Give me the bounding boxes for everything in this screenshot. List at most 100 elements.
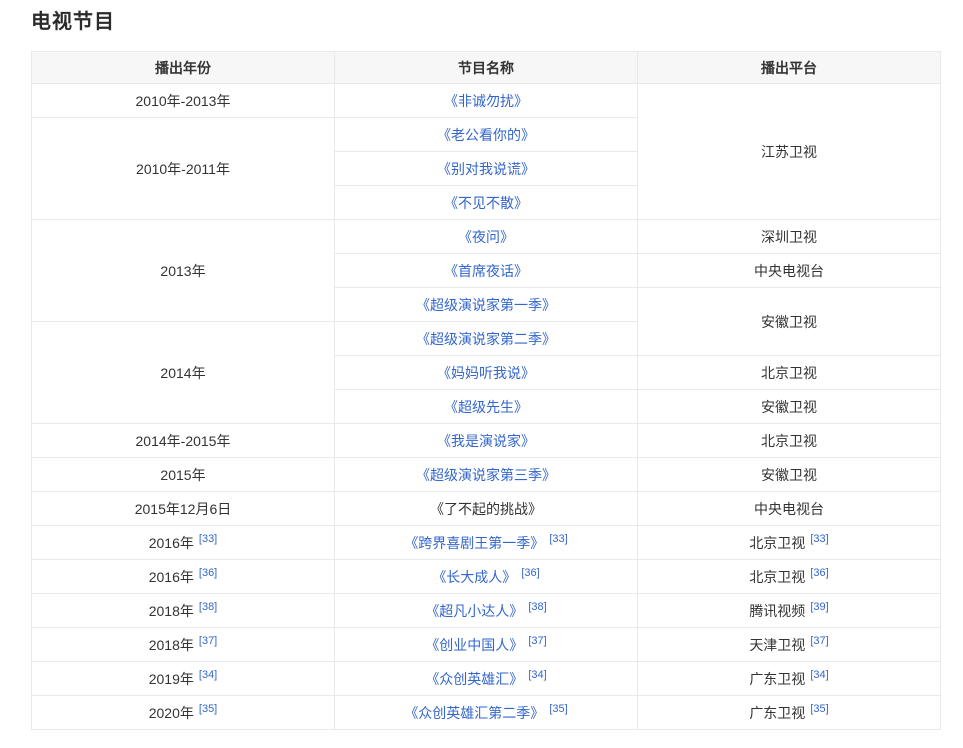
platform-text: 北京卫视 xyxy=(749,569,805,585)
program-link[interactable]: 《长大成人》 xyxy=(432,569,516,585)
program-link[interactable]: 《创业中国人》 xyxy=(425,637,523,653)
reference-link[interactable]: [35] xyxy=(199,703,217,715)
platform-text: 安徽卫视 xyxy=(761,399,817,415)
reference: [36] xyxy=(521,567,539,579)
program-cell: 《超级演说家第二季》 xyxy=(335,322,638,356)
year-text: 2020年 xyxy=(149,705,194,721)
platform-text: 安徽卫视 xyxy=(761,467,817,483)
program-link[interactable]: 《超级先生》 xyxy=(444,399,528,415)
program-link[interactable]: 《超级演说家第二季》 xyxy=(416,331,556,347)
reference-link[interactable]: [39] xyxy=(810,601,828,613)
program-link[interactable]: 《众创英雄汇第二季》 xyxy=(404,705,544,721)
reference-link[interactable]: [37] xyxy=(199,635,217,647)
reference-link[interactable]: [35] xyxy=(549,703,567,715)
reference-link[interactable]: [37] xyxy=(810,635,828,647)
year-cell: 2014年-2015年 xyxy=(32,424,335,458)
program-link[interactable]: 《老公看你的》 xyxy=(437,127,535,143)
platform-cell: 安徽卫视 xyxy=(638,458,941,492)
tv-programs-table: 播出年份节目名称播出平台 2010年-2013年《非诚勿扰》江苏卫视2010年-… xyxy=(31,51,941,730)
program-cell: 《妈妈听我说》 xyxy=(335,356,638,390)
table-row: 2018年[37]《创业中国人》[37]天津卫视[37] xyxy=(32,628,941,662)
platform-cell: 北京卫视 [36] xyxy=(638,560,941,594)
platform-text: 腾讯视频 xyxy=(749,603,805,619)
platform-cell: 广东卫视 [35] xyxy=(638,696,941,730)
program-cell: 《我是演说家》 xyxy=(335,424,638,458)
table-header-row: 播出年份节目名称播出平台 xyxy=(32,52,941,84)
table-row: 2010年-2013年《非诚勿扰》江苏卫视 xyxy=(32,84,941,118)
program-link[interactable]: 《首席夜话》 xyxy=(444,263,528,279)
program-link[interactable]: 《跨界喜剧王第一季》 xyxy=(404,535,544,551)
year-text: 2014年 xyxy=(160,365,205,381)
reference: [38] xyxy=(528,601,546,613)
reference-link[interactable]: [35] xyxy=(810,703,828,715)
platform-cell: 中央电视台 xyxy=(638,254,941,288)
program-link[interactable]: 《众创英雄汇》 xyxy=(425,671,523,687)
platform-text: 广东卫视 xyxy=(749,705,805,721)
platform-text: 安徽卫视 xyxy=(761,314,817,330)
reference: [37] xyxy=(810,635,828,647)
year-text: 2014年-2015年 xyxy=(136,433,231,449)
header-row: 播出年份节目名称播出平台 xyxy=(32,52,941,84)
section-title: 电视节目 xyxy=(31,10,942,34)
reference-link[interactable]: [38] xyxy=(199,601,217,613)
table-row: 2016年[33]《跨界喜剧王第一季》[33]北京卫视[33] xyxy=(32,526,941,560)
program-link[interactable]: 《非诚勿扰》 xyxy=(444,93,528,109)
reference-link[interactable]: [36] xyxy=(199,567,217,579)
reference-link[interactable]: [33] xyxy=(810,533,828,545)
reference: [38] xyxy=(199,601,217,613)
program-cell: 《非诚勿扰》 xyxy=(335,84,638,118)
platform-cell: 北京卫视 xyxy=(638,356,941,390)
table-row: 2019年[34] 《众创英雄汇》 [34] 广东卫视 [34] xyxy=(32,662,941,696)
table-row: 2016年 [36] 《长大成人》 [36] 北京卫视 [36] xyxy=(32,560,941,594)
platform-text: 北京卫视 xyxy=(761,365,817,381)
program-link[interactable]: 《超级演说家第一季》 xyxy=(416,297,556,313)
reference: [34] xyxy=(199,669,217,681)
reference-link[interactable]: [36] xyxy=(521,567,539,579)
program-link[interactable]: 《超凡小达人》 xyxy=(425,603,523,619)
platform-text: 中央电视台 xyxy=(754,263,824,279)
program-link[interactable]: 《妈妈听我说》 xyxy=(437,365,535,381)
platform-text: 广东卫视 xyxy=(749,671,805,687)
reference-link[interactable]: [36] xyxy=(810,567,828,579)
reference-link[interactable]: [37] xyxy=(528,635,546,647)
reference: [36] xyxy=(199,567,217,579)
year-cell: 2020年 [35] xyxy=(32,696,335,730)
program-cell: 《超级先生》 xyxy=(335,390,638,424)
reference-link[interactable]: [38] xyxy=(528,601,546,613)
year-cell: 2019年[34] xyxy=(32,662,335,696)
program-link[interactable]: 《不见不散》 xyxy=(444,195,528,211)
reference-link[interactable]: [33] xyxy=(549,533,567,545)
reference-link[interactable]: [34] xyxy=(810,669,828,681)
platform-text: 天津卫视 xyxy=(749,637,805,653)
platform-text: 北京卫视 xyxy=(761,433,817,449)
program-cell: 《夜问》 xyxy=(335,220,638,254)
platform-cell: 广东卫视 [34] xyxy=(638,662,941,696)
table-row: 2015年《超级演说家第三季》安徽卫视 xyxy=(32,458,941,492)
program-cell: 《超凡小达人》 [38] xyxy=(335,594,638,628)
program-cell: 《了不起的挑战》 xyxy=(335,492,638,526)
program-cell: 《长大成人》 [36] xyxy=(335,560,638,594)
program-cell: 《老公看你的》 xyxy=(335,118,638,152)
reference: [33] xyxy=(810,533,828,545)
program-link[interactable]: 《夜问》 xyxy=(458,229,514,245)
program-link[interactable]: 《别对我说谎》 xyxy=(437,161,535,177)
platform-cell: 安徽卫视 xyxy=(638,390,941,424)
reference: [37] xyxy=(528,635,546,647)
column-header-2: 播出平台 xyxy=(638,52,941,84)
platform-cell: 北京卫视 xyxy=(638,424,941,458)
year-text: 2016年 xyxy=(149,569,194,585)
reference-link[interactable]: [33] xyxy=(199,533,217,545)
reference-link[interactable]: [34] xyxy=(528,669,546,681)
year-text: 2018年 xyxy=(149,603,194,619)
reference: [39] xyxy=(810,601,828,613)
year-text: 2010年-2013年 xyxy=(136,93,231,109)
platform-cell: 北京卫视[33] xyxy=(638,526,941,560)
reference-link[interactable]: [34] xyxy=(199,669,217,681)
program-text: 《了不起的挑战》 xyxy=(430,501,542,517)
program-link[interactable]: 《我是演说家》 xyxy=(437,433,535,449)
platform-text: 江苏卫视 xyxy=(761,144,817,160)
program-link[interactable]: 《超级演说家第三季》 xyxy=(416,467,556,483)
program-cell: 《超级演说家第一季》 xyxy=(335,288,638,322)
table-row: 2014年-2015年 《我是演说家》 北京卫视 xyxy=(32,424,941,458)
article-page: 电视节目 播出年份节目名称播出平台 2010年-2013年 《非诚勿扰》江苏卫视 2… xyxy=(0,0,963,748)
